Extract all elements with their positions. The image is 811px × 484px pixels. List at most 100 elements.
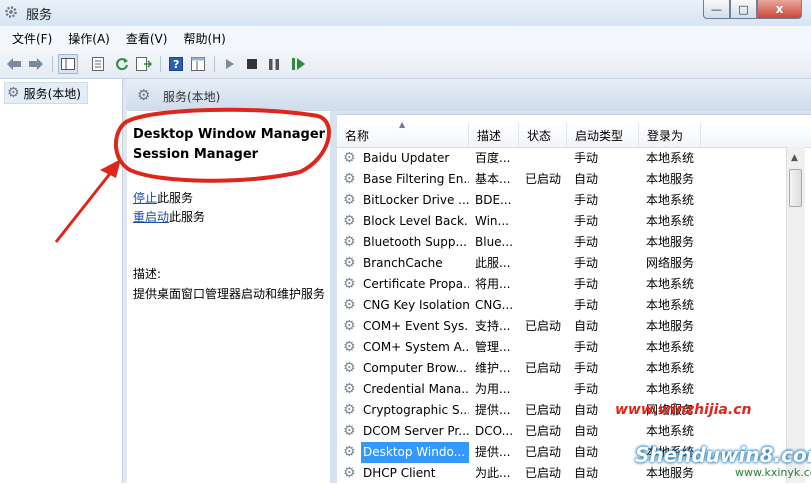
cell-desc: BDE... (475, 193, 512, 207)
cell-status (525, 211, 569, 232)
forward-icon[interactable] (26, 54, 46, 74)
cell-status: 已启动 (525, 172, 562, 186)
toolbar-separator (214, 56, 215, 72)
cell-name: BranchCache (363, 256, 443, 270)
column-header-description[interactable]: 描述 (469, 123, 519, 147)
column-header-status[interactable]: 状态 (519, 123, 567, 147)
cell-status (525, 253, 569, 274)
table-row[interactable]: ⚙ Certificate Propa... 将用... 手动 本地系统 (337, 274, 811, 295)
stop-service-action: 停止此服务 (133, 189, 193, 206)
sort-ascending-icon: ▲ (399, 120, 406, 129)
service-gear-icon: ⚙ (343, 234, 356, 250)
maximize-button[interactable]: □ (730, 0, 757, 19)
table-row[interactable]: ⚙ CNG Key Isolation CNG... 手动 本地系统 (337, 295, 811, 316)
scroll-up-icon[interactable]: ▲ (791, 153, 798, 163)
close-button[interactable]: x (757, 0, 802, 19)
menu-help[interactable]: 帮助(H) (175, 30, 233, 47)
view-icon[interactable] (188, 54, 208, 74)
table-row[interactable]: ⚙ BitLocker Drive ... BDE... 手动 本地系统 (337, 190, 811, 211)
service-gear-icon: ⚙ (343, 465, 356, 481)
table-row[interactable]: ⚙ Bluetooth Supp... Blue... 手动 本地服务 (337, 232, 811, 253)
play-icon[interactable] (220, 54, 240, 74)
menu-file[interactable]: 文件(F) (4, 30, 60, 47)
scrollbar-thumb[interactable] (789, 169, 802, 207)
table-row[interactable]: ⚙ DCOM Server Pr... DCO... 已启动 自动 本地系统 (337, 421, 811, 442)
table-row[interactable]: ⚙ COM+ Event Sys... 支持... 已启动 自动 本地服务 (337, 316, 811, 337)
cell-name: CNG Key Isolation (363, 298, 469, 312)
console-tree-icon[interactable] (58, 54, 78, 74)
cell-startup: 自动 (574, 424, 599, 438)
resume-icon[interactable] (288, 54, 308, 74)
cell-startup: 手动 (574, 340, 599, 354)
cell-logon: 本地系统 (646, 382, 695, 396)
cell-startup: 自动 (574, 172, 599, 186)
stop-icon[interactable] (242, 54, 262, 74)
service-name: Desktop Window Manager Session Manager (133, 127, 326, 162)
cell-name: BitLocker Drive ... (363, 193, 469, 207)
menu-bar: 文件(F) 操作(A) 查看(V) 帮助(H) (0, 26, 811, 50)
table-row[interactable]: ⚙ Computer Brow... 维护... 已启动 手动 本地系统 (337, 358, 811, 379)
cell-name: Credential Mana... (363, 382, 469, 396)
tree-item-services-local[interactable]: ⚙ 服务(本地) (4, 82, 88, 104)
table-row[interactable]: ⚙ Block Level Back... Win... 手动 本地系统 (337, 211, 811, 232)
table-row[interactable]: ⚙ BranchCache 此服... 手动 网络服务 (337, 253, 811, 274)
cell-status (525, 337, 569, 358)
cell-status (525, 274, 569, 295)
cell-logon: 本地服务 (646, 172, 695, 186)
table-row[interactable]: ⚙ Baidu Updater 百度... 手动 本地系统 (337, 148, 811, 169)
cell-desc: 基本... (475, 172, 511, 186)
cell-startup: 手动 (574, 361, 599, 375)
export-icon[interactable] (134, 54, 154, 74)
column-headers: 名称 ▲ 描述 状态 启动类型 登录为 (337, 120, 811, 148)
stop-link[interactable]: 停止 (133, 191, 157, 205)
menu-view[interactable]: 查看(V) (118, 30, 176, 47)
service-gear-icon: ⚙ (343, 423, 356, 439)
toolbar-separator (52, 56, 53, 72)
column-header-logon-as[interactable]: 登录为 (639, 123, 701, 147)
service-gear-icon: ⚙ (343, 150, 356, 166)
services-gear-icon (5, 6, 17, 18)
cell-name: Baidu Updater (363, 151, 450, 165)
cell-logon: 本地系统 (646, 277, 695, 291)
cell-desc: Win... (475, 214, 509, 228)
cell-logon: 本地服务 (646, 235, 695, 249)
tree-item-label: 服务(本地) (23, 86, 81, 101)
title-bar[interactable]: 服务 — □ x (0, 0, 811, 26)
back-icon[interactable] (4, 54, 24, 74)
cell-status (525, 148, 569, 169)
cell-name: COM+ System A... (363, 340, 469, 354)
column-header-startup-type[interactable]: 启动类型 (567, 123, 639, 147)
minimize-button[interactable]: — (703, 0, 730, 19)
cell-startup: 手动 (574, 382, 599, 396)
restart-suffix: 此服务 (169, 210, 206, 224)
cell-name: Computer Brow... (363, 361, 467, 375)
refresh-icon[interactable] (112, 54, 132, 74)
service-gear-icon: ⚙ (343, 381, 356, 397)
column-header-name[interactable]: 名称 ▲ (337, 120, 469, 147)
help-icon[interactable]: ? (166, 54, 186, 74)
cell-desc: 管理... (475, 340, 511, 354)
cell-logon: 本地服务 (646, 319, 695, 333)
cell-status: 已启动 (525, 319, 562, 333)
pause-icon[interactable] (264, 54, 284, 74)
cell-desc: 提供... (475, 445, 511, 459)
vertical-scrollbar[interactable]: ▲ (786, 147, 805, 483)
restart-link[interactable]: 重启动 (133, 210, 169, 224)
service-gear-icon: ⚙ (343, 171, 356, 187)
menu-action[interactable]: 操作(A) (60, 30, 118, 47)
table-row[interactable]: ⚙ COM+ System A... 管理... 手动 本地系统 (337, 337, 811, 358)
cell-logon: 本地系统 (646, 424, 695, 438)
console-tree: ⚙ 服务(本地) (0, 79, 123, 483)
cell-desc: 此服... (475, 256, 511, 270)
cell-logon: 本地系统 (646, 151, 695, 165)
table-row[interactable]: ⚙ Credential Mana... 为用... 手动 本地系统 (337, 379, 811, 400)
cell-name: Block Level Back... (363, 214, 469, 228)
properties-icon[interactable] (88, 54, 108, 74)
restart-service-action: 重启动此服务 (133, 208, 205, 225)
cell-startup: 手动 (574, 151, 599, 165)
service-gear-icon: ⚙ (343, 402, 356, 418)
cell-desc: 支持... (475, 319, 511, 333)
cell-name: Certificate Propa... (363, 277, 469, 291)
table-row[interactable]: ⚙ Base Filtering En... 基本... 已启动 自动 本地服务 (337, 169, 811, 190)
service-gear-icon: ⚙ (343, 339, 356, 355)
